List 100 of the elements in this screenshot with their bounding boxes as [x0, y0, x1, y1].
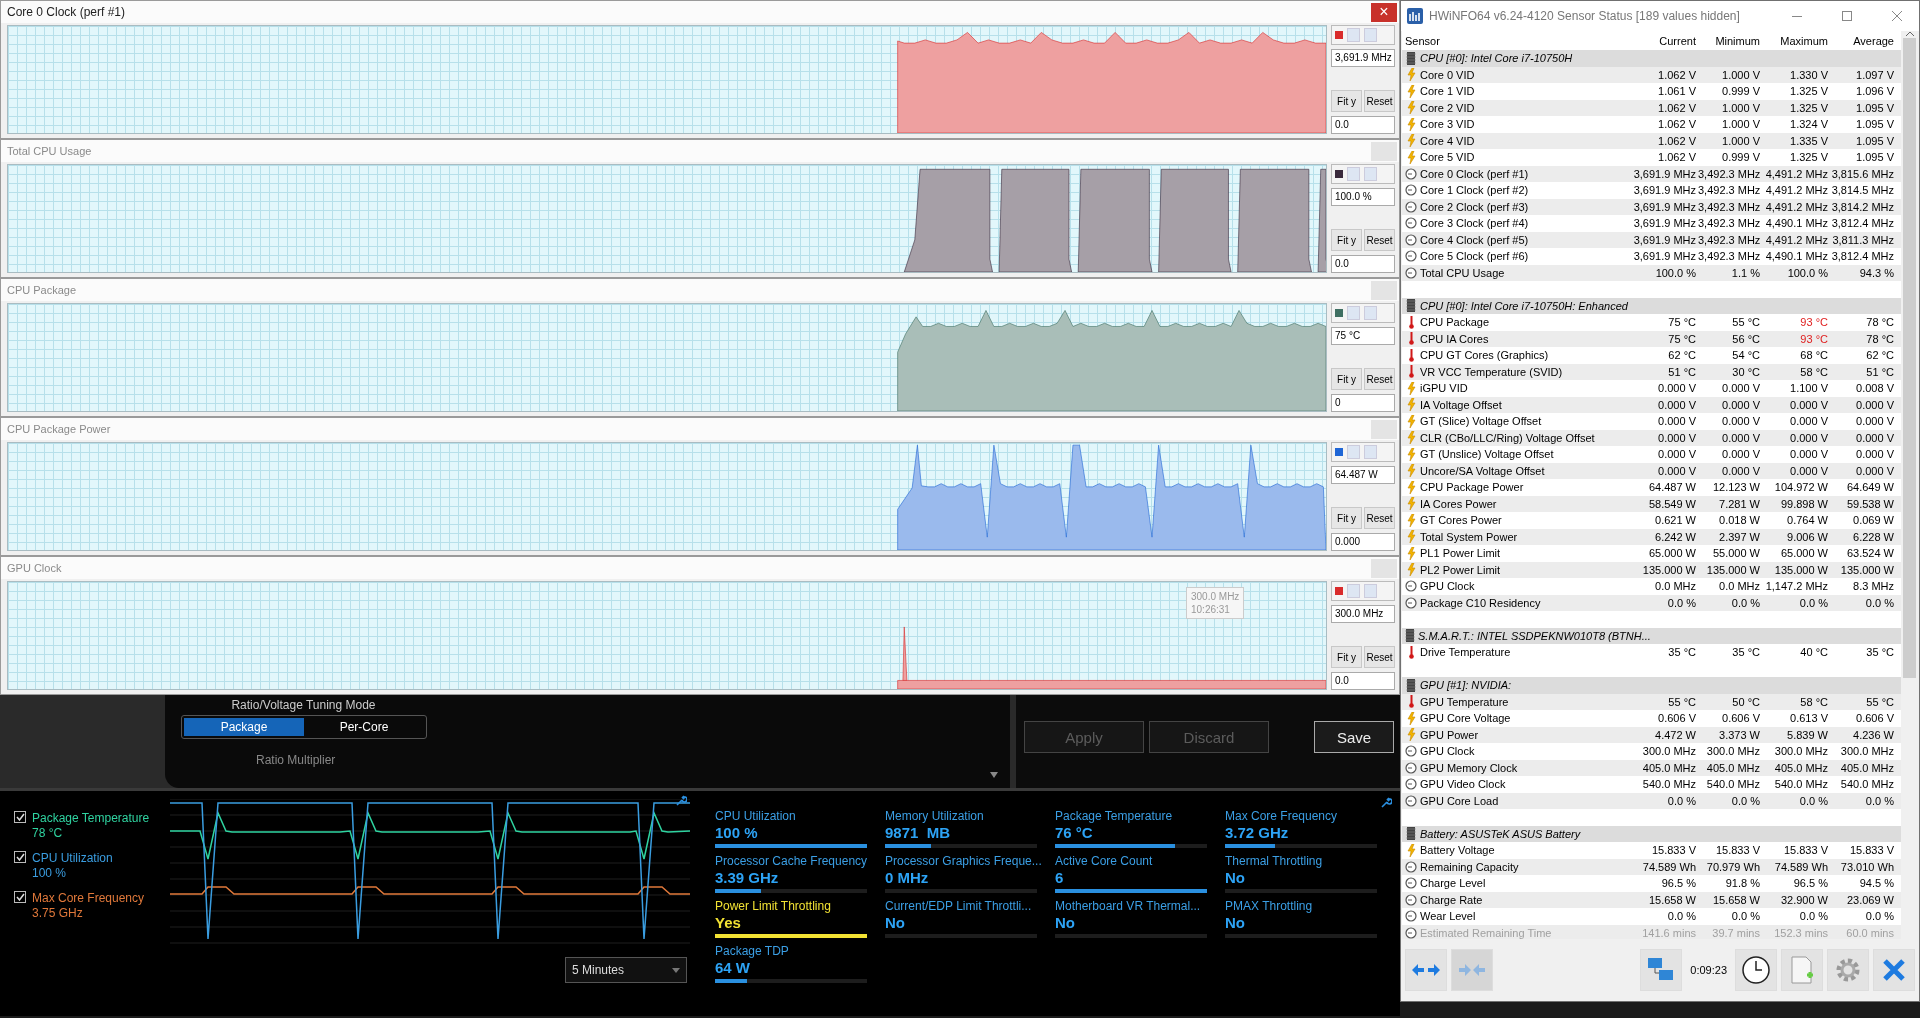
settings-button[interactable] — [1827, 949, 1869, 991]
table-row[interactable]: GPU Core Load 0.0 % 0.0 % 0.0 % 0.0 % — [1402, 792, 1901, 809]
minimize-icon[interactable] — [1792, 15, 1802, 17]
table-row[interactable]: Core 4 VID 1.062 V 1.000 V 1.335 V 1.095 V — [1402, 132, 1901, 149]
color-button[interactable] — [1331, 303, 1395, 323]
table-row[interactable]: Core 1 VID 1.061 V 0.999 V 1.325 V 1.096 V — [1402, 83, 1901, 100]
reset-button[interactable]: Reset — [1364, 229, 1395, 251]
table-row[interactable]: CPU Package Power 64.487 W 12.123 W 104.972 W 64.649 W — [1402, 479, 1901, 496]
thermometer-icon — [1407, 332, 1415, 346]
fit-button[interactable]: Fit y — [1331, 229, 1362, 251]
table-row[interactable]: Battery Voltage 15.833 V 15.833 V 15.833 V 15.833 V — [1402, 842, 1901, 859]
scrollbar-thumb[interactable] — [1903, 38, 1916, 678]
table-row[interactable]: GPU Clock 0.0 MHz 0.0 MHz 1,147.2 MHz 8.3 MHz — [1402, 578, 1901, 595]
color-button[interactable] — [1331, 442, 1395, 462]
table-row[interactable]: Total CPU Usage 100.0 % 1.1 % 100.0 % 94.3 % — [1402, 264, 1901, 281]
maximize-icon[interactable] — [1842, 11, 1852, 21]
table-row[interactable]: Wear Level 0.0 % 0.0 % 0.0 % 0.0 % — [1402, 908, 1901, 925]
sensor-name: Core 5 Clock (perf #6) — [1420, 250, 1529, 263]
table-row[interactable]: CPU Package 75 °C 55 °C 93 °C 78 °C — [1402, 314, 1901, 331]
table-row[interactable]: IA Voltage Offset 0.000 V 0.000 V 0.000 V 0.000 V — [1402, 396, 1901, 413]
fit-button[interactable]: Fit y — [1331, 507, 1362, 529]
table-row[interactable]: Core 3 Clock (perf #4) 3,691.9 MHz 3,492.3 MHz 4,490.1 MHz 3,812.4 MHz — [1402, 215, 1901, 232]
reset-button[interactable]: Reset — [1364, 90, 1395, 112]
report-icon — [1789, 955, 1815, 985]
table-row[interactable]: GPU Core Voltage 0.606 V 0.606 V 0.613 V 0.606 V — [1402, 710, 1901, 727]
reset-button[interactable]: Reset — [1364, 646, 1395, 668]
table-cell-text: 74.589 Wh — [1641, 860, 1697, 873]
column-header[interactable]: Sensor — [1402, 34, 1632, 47]
table-row[interactable]: CLR (CBo/LLC/Ring) Voltage Offset 0.000 V 0.000 V 0.000 V 0.000 V — [1402, 429, 1901, 446]
min-field[interactable]: 0.0 — [1331, 116, 1395, 134]
clock-button[interactable] — [1735, 949, 1777, 991]
table-row[interactable]: Charge Rate 15.658 W 15.658 W 32.900 W 23.069 W — [1402, 891, 1901, 908]
table-row[interactable]: IA Cores Power 58.549 W 7.281 W 99.898 W 59.538 W — [1402, 495, 1901, 512]
color-button[interactable] — [1331, 164, 1395, 184]
min-field[interactable]: 0.0 — [1331, 255, 1395, 273]
table-cell-text: 0.000 V — [1855, 398, 1895, 411]
checkbox[interactable] — [14, 891, 26, 903]
table-row[interactable]: Uncore/SA Voltage Offset 0.000 V 0.000 V 0.000 V 0.000 V — [1402, 462, 1901, 479]
table-row[interactable]: GPU Power 4.472 W 3.373 W 5.839 W 4.236 W — [1402, 726, 1901, 743]
column-header[interactable]: Current — [1632, 34, 1698, 47]
table-row[interactable]: Package C10 Residency 0.0 % 0.0 % 0.0 % 0.0 % — [1402, 594, 1901, 611]
min-field[interactable]: 0.000 — [1331, 533, 1395, 551]
table-row[interactable]: GPU Video Clock 540.0 MHz 540.0 MHz 540.0 MHz 540.0 MHz — [1402, 776, 1901, 793]
table-row[interactable]: iGPU VID 0.000 V 0.000 V 1.100 V 0.008 V — [1402, 380, 1901, 397]
value-field: 3,691.9 MHz — [1331, 49, 1395, 67]
scroll-up-icon[interactable] — [1905, 31, 1914, 36]
table-row[interactable]: GT (Unslice) Voltage Offset 0.000 V 0.000 V 0.000 V 0.000 V — [1402, 446, 1901, 463]
table-row[interactable]: PL1 Power Limit 65.000 W 55.000 W 65.000 W 63.524 W — [1402, 545, 1901, 562]
action-button[interactable]: Save — [1314, 721, 1394, 753]
color-button[interactable] — [1331, 25, 1395, 45]
table-row[interactable]: Core 2 Clock (perf #3) 3,691.9 MHz 3,492.3 MHz 4,491.2 MHz 3,814.2 MHz — [1402, 198, 1901, 215]
table-row[interactable]: GT (Slice) Voltage Offset 0.000 V 0.000 V 0.000 V 0.000 V — [1402, 413, 1901, 430]
table-row[interactable]: PL2 Power Limit 135.000 W 135.000 W 135.000 W 135.000 W — [1402, 561, 1901, 578]
column-header[interactable]: Maximum — [1762, 34, 1830, 47]
table-cell-text: 15.658 W — [1711, 893, 1761, 906]
table-row[interactable]: Core 1 Clock (perf #2) 3,691.9 MHz 3,492.3 MHz 4,491.2 MHz 3,814.5 MHz — [1402, 182, 1901, 199]
table-row[interactable]: GPU Memory Clock 405.0 MHz 405.0 MHz 405.0 MHz 405.0 MHz — [1402, 759, 1901, 776]
table-row[interactable]: Total System Power 6.242 W 2.397 W 9.006 W 6.228 W — [1402, 528, 1901, 545]
table-cell-text: 0.000 V — [1721, 448, 1761, 461]
table-row[interactable]: CPU IA Cores 75 °C 56 °C 93 °C 78 °C — [1402, 330, 1901, 347]
fit-button[interactable]: Fit y — [1331, 646, 1362, 668]
table-row[interactable]: GT Cores Power 0.621 W 0.018 W 0.764 W 0.069 W — [1402, 512, 1901, 529]
checkbox[interactable] — [14, 811, 26, 823]
table-row[interactable]: Core 2 VID 1.062 V 1.000 V 1.325 V 1.095 V — [1402, 99, 1901, 116]
fit-button[interactable]: Fit y — [1331, 368, 1362, 390]
checkbox[interactable] — [14, 851, 26, 863]
close-button[interactable]: × — [1371, 2, 1397, 22]
close-icon[interactable] — [1892, 11, 1902, 21]
mode-tab[interactable]: Per-Core — [304, 718, 424, 736]
table-row[interactable]: CPU GT Cores (Graphics) 62 °C 54 °C 68 °C 62 °C — [1402, 347, 1901, 364]
color-button[interactable] — [1331, 581, 1395, 601]
table-cell-text: 1.062 V — [1657, 101, 1697, 114]
min-field[interactable]: 0.0 — [1331, 672, 1395, 690]
table-cell-text: 0.000 V — [1789, 448, 1829, 461]
table-row[interactable]: Core 0 Clock (perf #1) 3,691.9 MHz 3,492.3 MHz 4,491.2 MHz 3,815.6 MHz — [1402, 165, 1901, 182]
table-row[interactable]: Drive Temperature 35 °C 35 °C 40 °C 35 °C — [1402, 644, 1901, 661]
mode-tab[interactable]: Package — [184, 718, 304, 736]
table-row[interactable]: Core 4 Clock (perf #5) 3,691.9 MHz 3,492.3 MHz 4,491.2 MHz 3,811.3 MHz — [1402, 231, 1901, 248]
lightning-icon — [1406, 431, 1416, 445]
fit-button[interactable]: Fit y — [1331, 90, 1362, 112]
sensor-name: Core 3 Clock (perf #4) — [1420, 217, 1529, 230]
table-row[interactable]: Remaining Capacity 74.589 Wh 70.979 Wh 74.589 Wh 73.010 Wh — [1402, 858, 1901, 875]
table-cell-text: 3,814.2 MHz — [1830, 200, 1895, 213]
column-header[interactable]: Average — [1830, 34, 1896, 47]
reset-button[interactable]: Reset — [1364, 368, 1395, 390]
table-row[interactable]: GPU Clock 300.0 MHz 300.0 MHz 300.0 MHz 300.0 MHz — [1402, 743, 1901, 760]
table-row[interactable]: Charge Level 96.5 % 91.8 % 96.5 % 94.5 % — [1402, 875, 1901, 892]
table-row[interactable]: VR VCC Temperature (SVID) 51 °C 30 °C 58 °C 51 °C — [1402, 363, 1901, 380]
close-button[interactable] — [1873, 949, 1915, 991]
time-range-dropdown[interactable]: 5 Minutes — [565, 957, 687, 983]
table-cell-text: 4,491.2 MHz — [1764, 184, 1829, 197]
column-header[interactable]: Minimum — [1698, 34, 1762, 47]
reset-button[interactable]: Reset — [1364, 507, 1395, 529]
expand-button[interactable] — [1405, 949, 1447, 991]
min-field[interactable]: 0 — [1331, 394, 1395, 412]
network-button[interactable] — [1640, 949, 1683, 991]
table-row[interactable]: Core 3 VID 1.062 V 1.000 V 1.324 V 1.095 V — [1402, 116, 1901, 133]
table-row[interactable]: Core 5 Clock (perf #6) 3,691.9 MHz 3,492.3 MHz 4,490.1 MHz 3,812.4 MHz — [1402, 248, 1901, 265]
table-row[interactable]: Core 5 VID 1.062 V 0.999 V 1.325 V 1.095 V — [1402, 149, 1901, 166]
table-cell-text: 141.6 mins — [1641, 926, 1697, 939]
